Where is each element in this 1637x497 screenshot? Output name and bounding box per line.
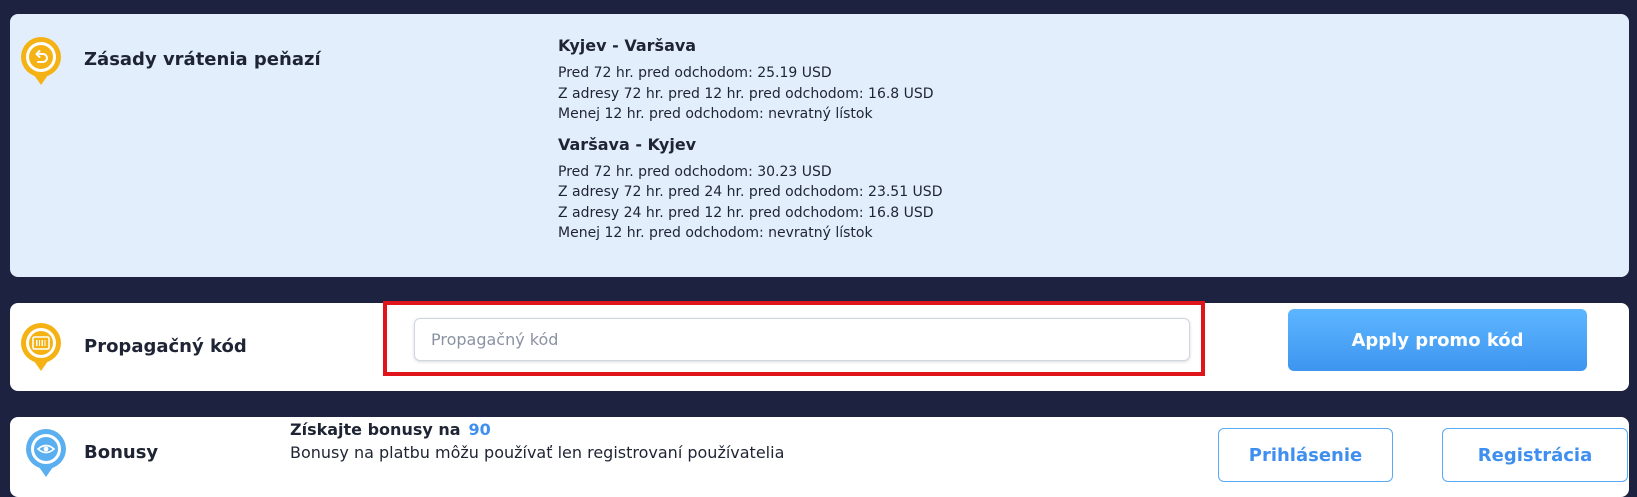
- refund-policy-card: Zásady vrátenia peňazí Kyjev - Varšava P…: [10, 14, 1629, 277]
- refund-policy-title: Zásady vrátenia peňazí: [84, 49, 321, 70]
- refund-rule: Z adresy 72 hr. pred 12 hr. pred odchodo…: [558, 85, 934, 102]
- bonus-pin: [26, 429, 66, 477]
- bonus-info: Získajte bonusy na 90 Bonusy na platbu mô…: [290, 420, 784, 462]
- refund-rule: Pred 72 hr. pred odchodom: 30.23 USD: [558, 163, 832, 180]
- refund-rule: Z adresy 24 hr. pred 12 hr. pred odchodo…: [558, 204, 934, 221]
- promo-pin: [21, 323, 61, 371]
- route-section: Varšava - Kyjev Pred 72 hr. pred odchodo…: [558, 135, 942, 244]
- bonus-amount: 90: [468, 420, 491, 439]
- refund-routes: Kyjev - Varšava Pred 72 hr. pred odchodo…: [558, 36, 942, 244]
- promo-code-title: Propagačný kód: [84, 336, 247, 357]
- register-button[interactable]: Registrácia: [1442, 428, 1628, 482]
- bonus-headline-text: Získajte bonusy na: [290, 420, 461, 439]
- bonus-headline: Získajte bonusy na 90: [290, 420, 784, 439]
- refund-rule: Menej 12 hr. pred odchodom: nevratný lís…: [558, 225, 873, 241]
- refund-rule: Pred 72 hr. pred odchodom: 25.19 USD: [558, 65, 832, 81]
- route-section: Kyjev - Varšava Pred 72 hr. pred odchodo…: [558, 36, 942, 125]
- login-button[interactable]: Prihlásenie: [1218, 428, 1393, 482]
- refund-rule: Menej 12 hr. pred odchodom: nevratný lís…: [558, 106, 873, 122]
- bonus-note: Bonusy na platbu môžu používať len regis…: [290, 443, 785, 462]
- route-title: Kyjev - Varšava: [558, 36, 697, 55]
- refund-rule: Z adresy 72 hr. pred 24 hr. pred odchodo…: [558, 184, 943, 200]
- bonus-title: Bonusy: [84, 442, 159, 463]
- promo-code-input[interactable]: [414, 318, 1190, 361]
- bonus-eye-icon: [31, 434, 61, 464]
- barcode-icon: [26, 328, 56, 358]
- refund-arrow-icon: [26, 42, 56, 72]
- apply-promo-button[interactable]: Apply promo kód: [1288, 309, 1587, 371]
- refund-pin: [21, 37, 61, 85]
- route-title: Varšava - Kyjev: [558, 134, 697, 154]
